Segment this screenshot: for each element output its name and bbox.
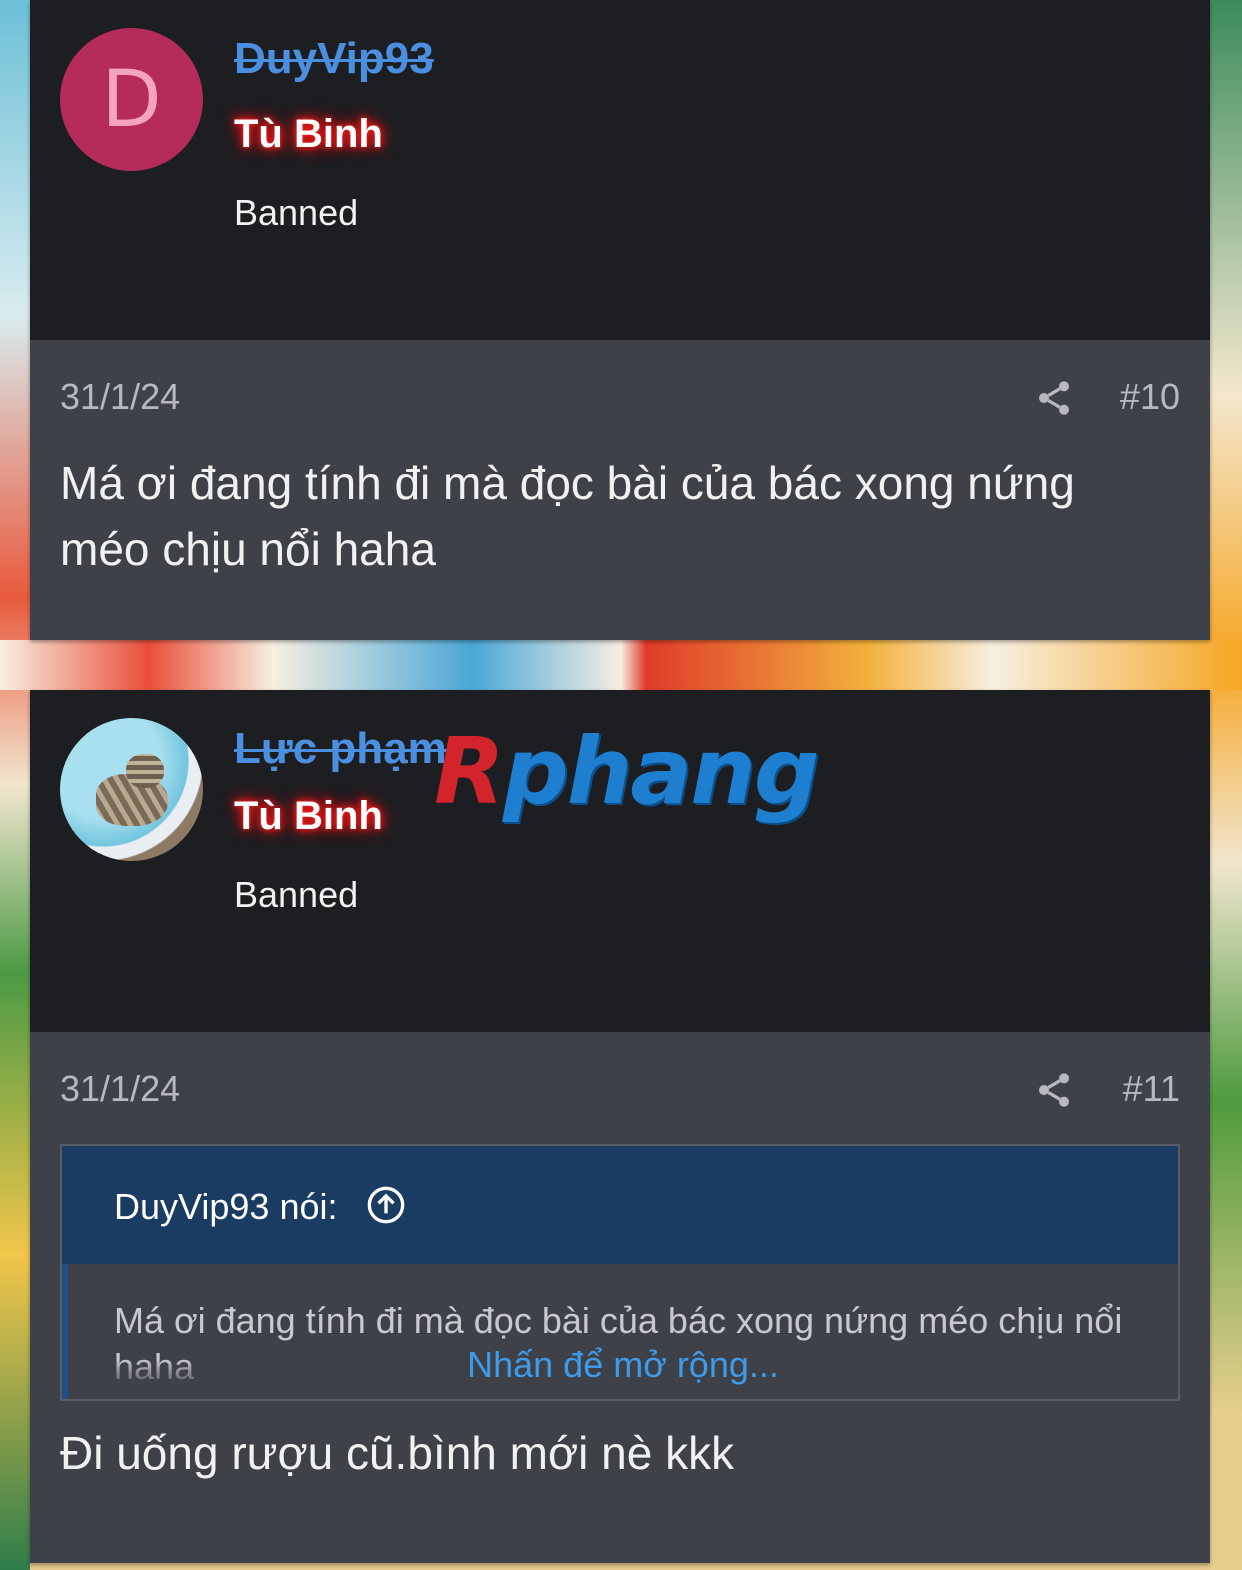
- quote-body: Má ơi đang tính đi mà đọc bài của bác xo…: [62, 1264, 1178, 1399]
- post-meta: 31/1/24 #11: [60, 1068, 1180, 1112]
- user-title: Tù Binh: [234, 112, 383, 156]
- user-info-block: D DuyVip93 Tù Binh Banned: [30, 0, 1210, 340]
- avatar-cat-photo[interactable]: [60, 718, 203, 861]
- share-icon[interactable]: [1034, 378, 1074, 418]
- background-decoration-left: [0, 0, 30, 1570]
- quote-block: DuyVip93 nói: Má ơi đang tính đi mà đọc …: [60, 1144, 1180, 1401]
- user-title: Tù Binh: [234, 794, 383, 838]
- quote-author-link[interactable]: DuyVip93 nói:: [114, 1186, 338, 1228]
- background-beach-strip: [0, 640, 1242, 690]
- watermark-logo: Rphang: [434, 718, 820, 825]
- post-10: D DuyVip93 Tù Binh Banned 31/1/24 #10 Má…: [30, 0, 1210, 640]
- post-date[interactable]: 31/1/24: [60, 376, 180, 418]
- user-info-block: Lực phạm Tù Binh Banned Rphang: [30, 690, 1210, 1032]
- user-banner-banned: Banned: [234, 874, 359, 915]
- background-decoration-right: [1210, 0, 1242, 1570]
- username-link[interactable]: DuyVip93: [234, 34, 434, 84]
- watermark-rest: phang: [502, 718, 820, 825]
- arrow-up-circle-icon[interactable]: [366, 1185, 406, 1225]
- cat-head-shape: [126, 754, 164, 788]
- avatar[interactable]: D: [60, 28, 203, 171]
- post-11: Lực phạm Tù Binh Banned Rphang 31/1/24 #…: [30, 690, 1210, 1563]
- user-banner-banned: Banned: [234, 192, 359, 233]
- post-date[interactable]: 31/1/24: [60, 1068, 180, 1110]
- share-icon[interactable]: [1034, 1070, 1074, 1110]
- post-body-text: Đi uống rượu cũ.bình mới nè kkk: [60, 1427, 735, 1479]
- post-content: 31/1/24 #11 DuyVip93 nói: Má ơi đang tín…: [30, 1032, 1210, 1563]
- quote-header: DuyVip93 nói:: [62, 1146, 1178, 1264]
- expand-quote-link[interactable]: Nhấn để mở rộng...: [68, 1344, 1178, 1386]
- post-number-link[interactable]: #11: [1123, 1068, 1180, 1110]
- post-body-text: Má ơi đang tính đi mà đọc bài của bác xo…: [60, 457, 1075, 575]
- username-link[interactable]: Lực phạm: [234, 724, 447, 774]
- watermark-first-letter: R: [434, 718, 505, 825]
- post-number-link[interactable]: #10: [1120, 376, 1180, 418]
- post-meta: 31/1/24 #10: [60, 376, 1180, 420]
- post-content: 31/1/24 #10 Má ơi đang tính đi mà đọc bà…: [30, 340, 1210, 640]
